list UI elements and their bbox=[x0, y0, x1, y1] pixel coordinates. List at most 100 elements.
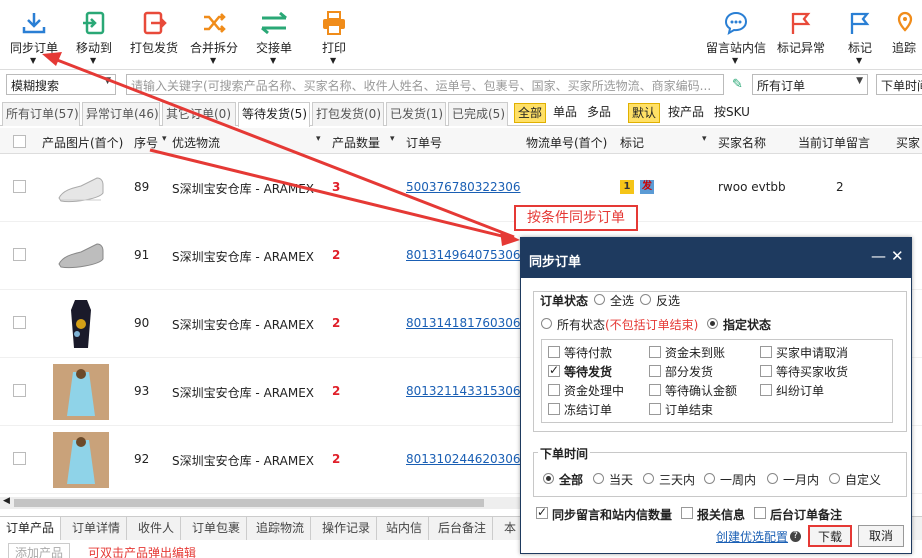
row-checkbox[interactable] bbox=[13, 384, 26, 397]
search-type-select[interactable]: 模糊搜索 ▼ bbox=[6, 74, 116, 95]
tab-exception-orders[interactable]: 异常订单(46) bbox=[82, 102, 160, 126]
track-button[interactable]: 追踪 bbox=[888, 6, 922, 66]
pencil-icon[interactable]: ✎ bbox=[732, 77, 743, 92]
mark-exception-button[interactable]: 标记异常 bbox=[772, 6, 830, 66]
chevron-down-icon[interactable]: ▼ bbox=[856, 56, 862, 65]
chevron-down-icon[interactable]: ▼ bbox=[732, 56, 738, 65]
specified-status-radio[interactable] bbox=[707, 318, 718, 329]
status-checkbox[interactable] bbox=[649, 365, 661, 377]
col-tracking[interactable]: 物流单号(首个) bbox=[526, 134, 607, 151]
order-link[interactable]: 801314964075306 bbox=[406, 248, 521, 262]
status-checkbox-checked[interactable] bbox=[548, 363, 560, 377]
view-by-product[interactable]: 按产品 bbox=[665, 103, 707, 123]
view-single[interactable]: 单品 bbox=[550, 103, 580, 123]
chevron-down-icon[interactable]: ▼ bbox=[330, 56, 336, 65]
download-button[interactable]: 下载 bbox=[808, 525, 852, 547]
row-checkbox[interactable] bbox=[13, 316, 26, 329]
col-qty[interactable]: 产品数量 bbox=[332, 134, 380, 151]
status-checkbox[interactable] bbox=[548, 403, 560, 415]
tab-awaiting-shipment[interactable]: 等待发货(5) bbox=[238, 102, 310, 127]
sort-icon[interactable]: ▾ bbox=[316, 134, 321, 144]
order-link[interactable]: 500376780322306 bbox=[406, 180, 521, 194]
sync-messages-checkbox[interactable] bbox=[536, 505, 548, 519]
view-all[interactable]: 全部 bbox=[514, 103, 547, 123]
merge-split-button[interactable]: 合并拆分 ▼ bbox=[184, 6, 244, 66]
sort-select[interactable]: 下单时间 bbox=[876, 74, 922, 95]
time-today-radio[interactable] bbox=[593, 473, 604, 484]
mark-button[interactable]: 标记 ▼ bbox=[834, 6, 886, 66]
order-link[interactable]: 801310244620306 bbox=[406, 452, 521, 466]
all-status-radio[interactable] bbox=[541, 318, 552, 329]
status-checkbox[interactable] bbox=[760, 384, 772, 396]
table-row[interactable]: 89 S深圳宝安仓库 - ARAMEX 3 500376780322306 1 … bbox=[0, 154, 922, 222]
tab-operation-log[interactable]: 操作记录 bbox=[316, 517, 378, 540]
tab-order-products[interactable]: 订单产品 bbox=[0, 517, 62, 540]
time-all-radio[interactable] bbox=[543, 473, 554, 484]
status-checkbox[interactable] bbox=[548, 384, 560, 396]
chevron-down-icon[interactable]: ▼ bbox=[210, 56, 216, 65]
select-all-radio[interactable] bbox=[594, 294, 605, 305]
sort-icon[interactable]: ▾ bbox=[162, 134, 167, 144]
sync-orders-button[interactable]: 同步订单 ▼ bbox=[4, 6, 64, 66]
row-checkbox[interactable] bbox=[13, 248, 26, 261]
tab-messages[interactable]: 站内信 bbox=[380, 517, 430, 540]
message-button[interactable]: 留言站内信 ▼ bbox=[702, 6, 770, 66]
create-config-link[interactable]: 创建优选配置 bbox=[716, 528, 788, 545]
sort-icon[interactable]: ▾ bbox=[702, 134, 707, 144]
status-checkbox[interactable] bbox=[760, 346, 772, 358]
order-link[interactable]: 801314181760306 bbox=[406, 316, 521, 330]
col-mark[interactable]: 标记 bbox=[620, 134, 644, 151]
view-default[interactable]: 默认 bbox=[628, 103, 661, 123]
tab-other-orders[interactable]: 其它订单(0) bbox=[162, 102, 236, 126]
invert-radio[interactable] bbox=[640, 294, 651, 305]
order-scope-select[interactable]: 所有订单 ▼ bbox=[752, 74, 868, 95]
tab-order-packages[interactable]: 订单包裹 bbox=[186, 517, 248, 540]
backend-note-checkbox[interactable] bbox=[754, 507, 766, 519]
status-checkbox[interactable] bbox=[649, 346, 661, 358]
tab-order-details[interactable]: 订单详情 bbox=[66, 517, 128, 540]
handover-button[interactable]: 交接单 ▼ bbox=[244, 6, 304, 66]
pack-ship-button[interactable]: 打包发货 bbox=[124, 6, 184, 66]
row-checkbox[interactable] bbox=[13, 452, 26, 465]
time-custom-radio[interactable] bbox=[829, 473, 840, 484]
tab-recipient[interactable]: 收件人 bbox=[132, 517, 182, 540]
chevron-down-icon[interactable]: ▼ bbox=[30, 56, 36, 65]
tab-track-logistics[interactable]: 追踪物流 bbox=[250, 517, 312, 540]
view-multi[interactable]: 多品 bbox=[584, 103, 614, 123]
chevron-down-icon[interactable]: ▼ bbox=[90, 56, 96, 65]
col-seq[interactable]: 序号 bbox=[134, 134, 158, 151]
scroll-left-icon[interactable]: ◀ bbox=[3, 496, 10, 506]
status-checkbox[interactable] bbox=[760, 365, 772, 377]
status-checkbox[interactable] bbox=[649, 403, 661, 415]
scrollbar-thumb[interactable] bbox=[14, 499, 484, 507]
move-to-button[interactable]: 移动到 ▼ bbox=[64, 6, 124, 66]
help-icon[interactable]: ? bbox=[790, 531, 801, 542]
customs-checkbox[interactable] bbox=[681, 507, 693, 519]
tab-packed[interactable]: 打包发货(0) bbox=[312, 102, 384, 126]
col-message[interactable]: 当前订单留言 bbox=[798, 134, 870, 151]
minimize-icon[interactable]: — bbox=[871, 248, 886, 264]
print-button[interactable]: 打印 ▼ bbox=[304, 6, 364, 66]
time-month-radio[interactable] bbox=[767, 473, 778, 484]
cancel-button[interactable]: 取消 bbox=[858, 525, 904, 547]
col-buyer2[interactable]: 买家 bbox=[896, 134, 920, 151]
tab-completed[interactable]: 已完成(5) bbox=[448, 102, 508, 126]
close-icon[interactable]: ✕ bbox=[891, 248, 904, 264]
tab-all-orders[interactable]: 所有订单(57) bbox=[2, 102, 80, 126]
col-order-no[interactable]: 订单号 bbox=[406, 134, 442, 151]
order-link[interactable]: 801321143315306 bbox=[406, 384, 521, 398]
time-week-radio[interactable] bbox=[704, 473, 715, 484]
status-checkbox[interactable] bbox=[649, 384, 661, 396]
row-checkbox[interactable] bbox=[13, 180, 26, 193]
view-by-sku[interactable]: 按SKU bbox=[711, 103, 753, 123]
sort-icon[interactable]: ▾ bbox=[390, 134, 395, 144]
tab-backend-notes[interactable]: 后台备注 bbox=[432, 517, 494, 540]
col-buyer[interactable]: 买家名称 bbox=[718, 134, 766, 151]
search-input[interactable]: 请输入关键字(可搜索产品名称、买家名称、收件人姓名、运单号、包裹号、国家、买家所… bbox=[126, 74, 724, 95]
col-image[interactable]: 产品图片(首个) bbox=[42, 134, 123, 151]
col-logistics[interactable]: 优选物流 bbox=[172, 134, 220, 151]
horizontal-scrollbar[interactable]: ◀ bbox=[0, 496, 520, 509]
tab-shipped[interactable]: 已发货(1) bbox=[386, 102, 446, 126]
status-checkbox[interactable] bbox=[548, 346, 560, 358]
time-3days-radio[interactable] bbox=[643, 473, 654, 484]
